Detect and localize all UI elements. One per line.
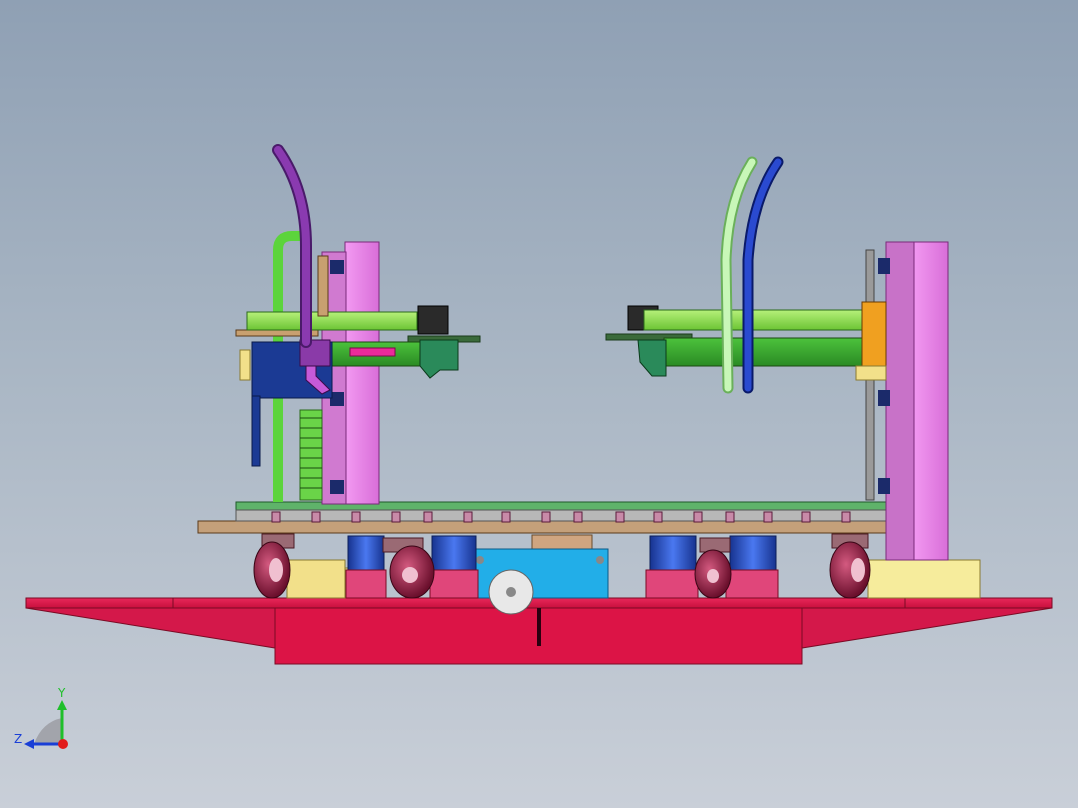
platform[interactable] (197, 501, 927, 534)
machine-model[interactable] (0, 0, 1078, 808)
caster-right (829, 533, 871, 599)
view-triad[interactable]: Y Z (12, 686, 82, 756)
motor-4 (725, 535, 779, 599)
triad-z-label: Z (14, 732, 23, 746)
caster-center-left (382, 537, 435, 599)
caster-center-right (694, 537, 732, 599)
cad-viewport[interactable]: Y Z (0, 0, 1078, 808)
motor-2 (429, 535, 479, 599)
base-frame[interactable] (25, 597, 1053, 665)
motor-3 (645, 535, 699, 599)
triad-y-label: Y (58, 686, 66, 700)
triad-axes-icon (24, 700, 68, 749)
motor-1 (345, 535, 387, 599)
